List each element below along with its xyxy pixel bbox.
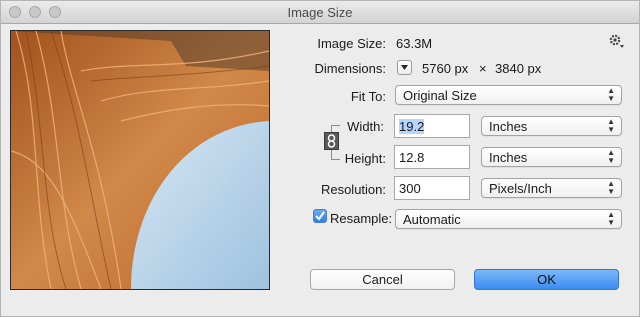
resolution-value: 300 xyxy=(399,181,421,196)
height-unit-select[interactable]: Inches ▲ ▼ xyxy=(481,147,622,167)
width-value: 19.2 xyxy=(399,119,425,134)
resolution-label: Resolution: xyxy=(320,182,386,197)
height-unit-value: Inches xyxy=(489,150,528,165)
cancel-button[interactable]: Cancel xyxy=(310,269,455,290)
dimensions-width-value: 5760 px xyxy=(422,61,469,76)
width-unit-select[interactable]: Inches ▲ ▼ xyxy=(481,116,622,136)
window-title: Image Size xyxy=(287,5,353,20)
resolution-unit-select[interactable]: Pixels/Inch ▲ ▼ xyxy=(481,178,622,198)
up-down-arrows-icon: ▲ ▼ xyxy=(607,179,615,196)
up-down-arrows-icon: ▲ ▼ xyxy=(607,148,615,165)
dimensions-label: Dimensions: xyxy=(314,61,386,76)
fit-to-select[interactable]: Original Size ▲ ▼ xyxy=(395,85,622,105)
up-down-arrows-icon: ▲ ▼ xyxy=(607,86,615,103)
image-preview[interactable] xyxy=(10,30,270,290)
chain-link-icon[interactable] xyxy=(324,132,339,150)
title-bar: Image Size xyxy=(1,1,639,24)
resolution-input[interactable]: 300 xyxy=(394,176,470,200)
height-input[interactable]: 12.8 xyxy=(394,145,470,169)
image-size-dialog: Image Size Image Size: 63.3M Dimensions:… xyxy=(0,0,640,317)
up-down-arrows-icon: ▲ ▼ xyxy=(607,210,615,227)
dimensions-units-dropdown[interactable] xyxy=(397,60,412,75)
width-label: Width: xyxy=(347,119,384,134)
fit-to-value: Original Size xyxy=(403,88,477,103)
image-size-label: Image Size: xyxy=(317,36,386,51)
triangle-down-icon xyxy=(401,65,408,70)
resample-checkbox[interactable] xyxy=(313,209,327,223)
height-label: Height: xyxy=(344,151,386,166)
ok-button[interactable]: OK xyxy=(474,269,619,290)
width-input[interactable]: 19.2 xyxy=(394,114,470,138)
resample-method-select[interactable]: Automatic ▲ ▼ xyxy=(395,209,622,229)
dimensions-height-value: 3840 px xyxy=(495,61,542,76)
gear-icon[interactable] xyxy=(607,32,625,50)
up-down-arrows-icon: ▲ ▼ xyxy=(607,117,615,134)
checkmark-icon xyxy=(315,211,325,221)
resample-method-value: Automatic xyxy=(403,212,461,227)
resolution-unit-value: Pixels/Inch xyxy=(489,181,552,196)
resample-label: Resample: xyxy=(330,211,393,226)
fit-to-label: Fit To: xyxy=(350,89,386,104)
width-unit-value: Inches xyxy=(489,119,528,134)
image-size-value: 63.3M xyxy=(396,36,433,51)
preview-image xyxy=(11,31,269,289)
height-value: 12.8 xyxy=(399,150,425,165)
dimensions-times: × xyxy=(479,61,487,76)
